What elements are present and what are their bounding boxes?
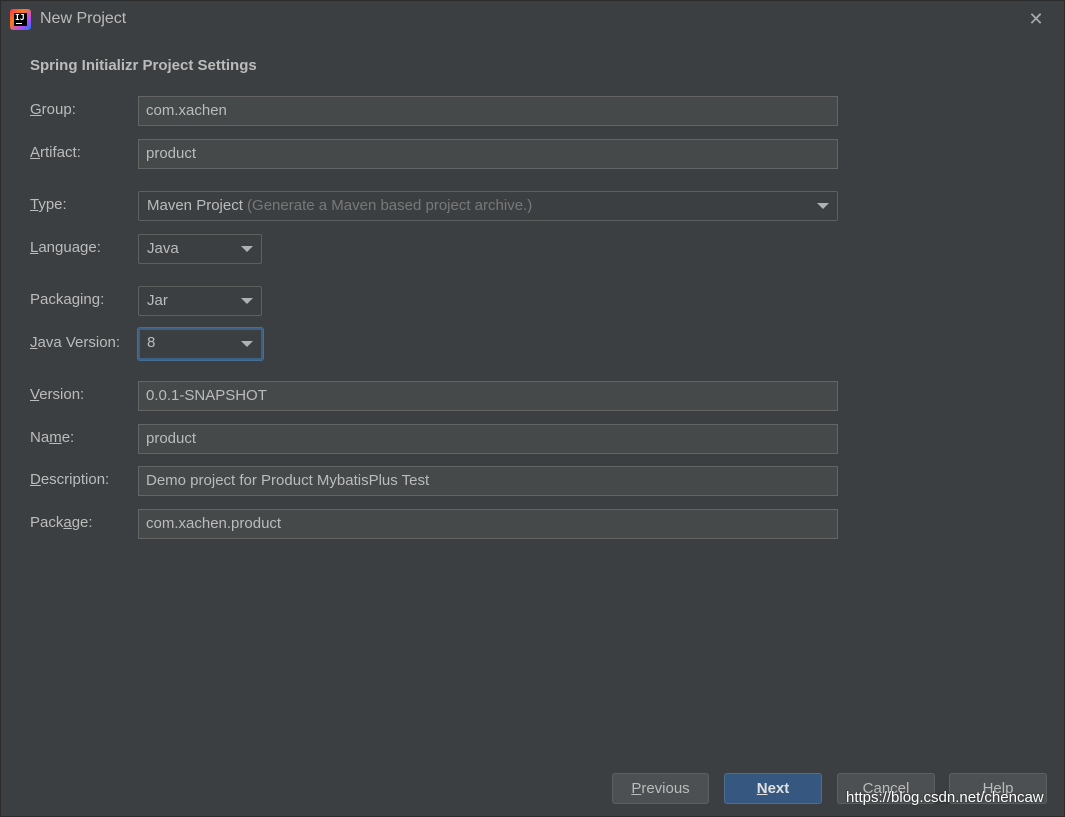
type-hint: (Generate a Maven based project archive.… — [247, 197, 533, 214]
language-dropdown[interactable]: Java — [138, 234, 262, 264]
name-label-mnemonic: m — [49, 429, 62, 446]
description-input[interactable]: Demo project for Product MybatisPlus Tes… — [138, 466, 838, 496]
version-label-text: ersion: — [39, 386, 85, 403]
packaging-label-text: ing: — [80, 291, 105, 308]
type-label-text: ype: — [38, 196, 67, 213]
name-label: Name: — [30, 429, 74, 446]
watermark-text: https://blog.csdn.net/chencaw — [846, 789, 1044, 806]
package-label: Package: — [30, 514, 93, 531]
java-version-label-text: ava Version: — [37, 334, 121, 351]
type-dropdown[interactable]: Maven Project (Generate a Maven based pr… — [138, 191, 838, 221]
next-button[interactable]: Next — [724, 773, 822, 804]
previous-button[interactable]: Previous — [612, 773, 709, 804]
close-icon[interactable]: ✕ — [1025, 8, 1047, 30]
window-title: New Project — [40, 10, 127, 27]
description-label-mnemonic: D — [30, 471, 41, 488]
app-icon-text: IJ — [14, 13, 27, 26]
java-version-label-mnemonic: J — [30, 334, 38, 351]
java-version-dropdown[interactable]: 8 — [138, 328, 263, 360]
chevron-down-icon — [241, 246, 253, 252]
title-bar: IJ New Project ✕ — [1, 1, 1064, 37]
version-label-mnemonic: V — [30, 386, 40, 403]
artifact-label: Artifact: — [30, 144, 81, 161]
packaging-value: Jar — [147, 292, 168, 309]
chevron-down-icon — [241, 298, 253, 304]
previous-button-mnemonic: P — [631, 780, 642, 797]
version-input[interactable]: 0.0.1-SNAPSHOT — [138, 381, 838, 411]
chevron-down-icon — [241, 341, 253, 347]
next-button-label: ext — [767, 780, 790, 797]
new-project-dialog: IJ New Project ✕ Spring Initializr Proje… — [0, 0, 1065, 817]
next-button-mnemonic: N — [756, 780, 768, 797]
name-label-text: e: — [61, 429, 75, 446]
java-version-value: 8 — [147, 334, 156, 351]
previous-button-label: revious — [641, 780, 690, 797]
package-input[interactable]: com.xachen.product — [138, 509, 838, 539]
artifact-input[interactable]: product — [138, 139, 838, 169]
type-label: Type: — [30, 196, 67, 213]
language-label: Language: — [30, 239, 101, 256]
package-label-mnemonic: a — [63, 514, 72, 531]
package-label-prefix: Pack — [30, 514, 64, 531]
intellij-idea-icon: IJ — [10, 9, 31, 30]
java-version-label: Java Version: — [30, 334, 120, 351]
version-label: Version: — [30, 386, 84, 403]
section-title: Spring Initializr Project Settings — [30, 57, 257, 74]
group-label-mnemonic: G — [30, 101, 42, 118]
description-label: Description: — [30, 471, 109, 488]
description-label-text: escription: — [40, 471, 110, 488]
group-label: Group: — [30, 101, 76, 118]
packaging-dropdown[interactable]: Jar — [138, 286, 262, 316]
group-input[interactable]: com.xachen — [138, 96, 838, 126]
name-input[interactable]: product — [138, 424, 838, 454]
package-label-text: ge: — [71, 514, 93, 531]
artifact-label-text: rtifact: — [40, 144, 81, 161]
packaging-label-prefix: Packa — [30, 291, 72, 308]
artifact-label-mnemonic: A — [30, 144, 41, 161]
chevron-down-icon — [817, 203, 829, 209]
group-label-text: roup: — [41, 101, 76, 118]
language-label-text: anguage: — [38, 239, 101, 256]
name-label-prefix: Na — [30, 429, 50, 446]
packaging-label: Packaging: — [30, 291, 104, 308]
type-value: Maven Project — [147, 197, 243, 214]
language-value: Java — [147, 240, 179, 257]
packaging-label-mnemonic: g — [71, 291, 81, 308]
